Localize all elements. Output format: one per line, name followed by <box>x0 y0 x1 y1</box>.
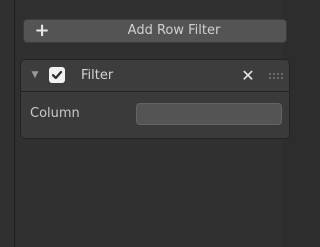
filter-title: Filter <box>81 68 114 83</box>
add-row-filter-button[interactable]: + Add Row Filter <box>23 19 287 43</box>
filter-card: ▼ Filter ✕ Column <box>20 59 290 139</box>
column-label: Column <box>30 106 80 121</box>
drag-handle-icon[interactable] <box>267 72 287 80</box>
filter-enabled-checkbox[interactable] <box>49 67 65 83</box>
left-edge <box>0 0 15 247</box>
filter-body: Column <box>21 92 289 138</box>
chevron-down-icon[interactable]: ▼ <box>30 70 40 80</box>
checkmark-icon <box>51 70 63 80</box>
filter-header[interactable]: ▼ Filter ✕ <box>21 60 289 92</box>
add-row-filter-label: Add Row Filter <box>127 23 221 38</box>
close-icon[interactable]: ✕ <box>240 67 256 85</box>
column-field[interactable] <box>136 103 282 125</box>
